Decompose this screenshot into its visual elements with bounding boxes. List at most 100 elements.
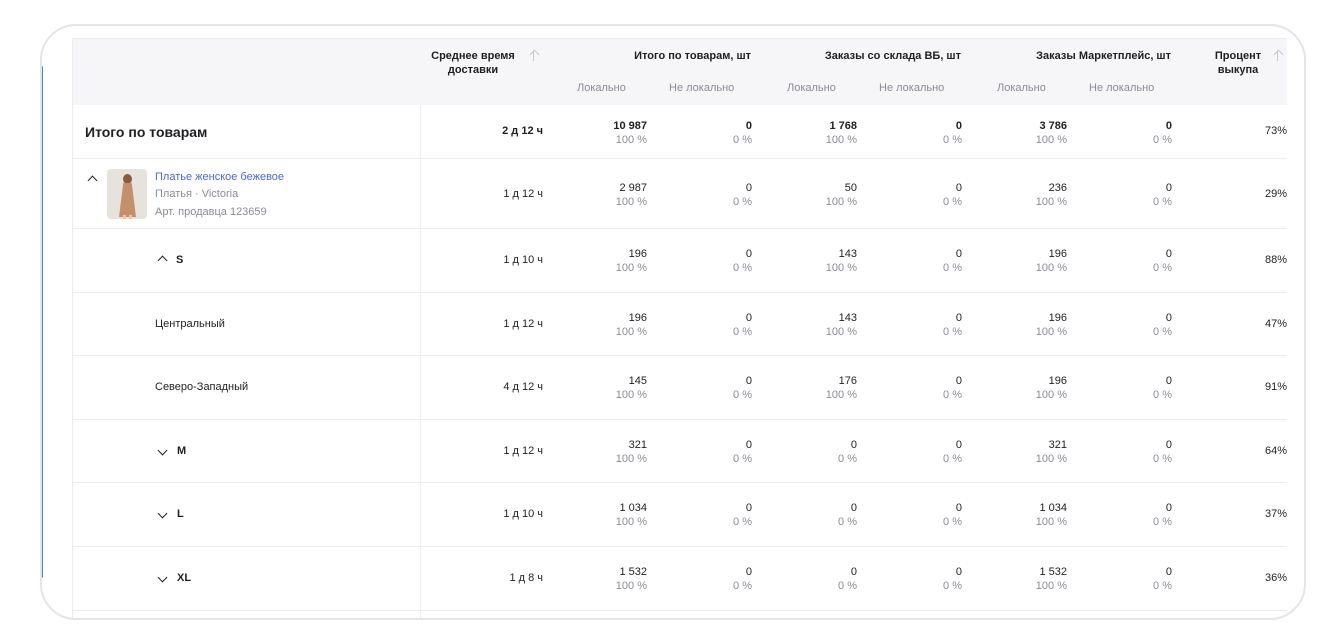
table-row-size: M 1 д 12 ч 321 100 % 00 % 00 % 00 % 321 10… — [73, 420, 1287, 483]
table-row-region: Северо-Западный 4 д 12 ч 145 100 % 00 % 1… — [73, 356, 1287, 420]
header-percent[interactable]: Процент выкупа — [1209, 49, 1267, 77]
table-row-region: Центральный 1 д 12 ч 196 100 % 00 % 143 10… — [73, 293, 1287, 356]
total-local: 196 100 % — [615, 312, 647, 338]
subheader-non-local: Не локально — [669, 82, 735, 94]
wb-non-local: 00 % — [943, 502, 962, 528]
product-name-link[interactable]: Платье женское бежевое — [155, 171, 284, 183]
wb-local: 50 100 % — [825, 182, 857, 208]
buyout-percent: 88% — [1264, 254, 1287, 266]
total-non-local: 00 % — [733, 120, 752, 146]
product-thumbnail[interactable] — [107, 169, 147, 219]
table-row-size: S 1 д 10 ч 196 100 % 00 % 143 100 % 00 % 1… — [73, 229, 1287, 293]
total-non-local: 00 % — [733, 439, 752, 465]
wb-local: 00 % — [838, 502, 857, 528]
region-label: Центральный — [155, 318, 225, 330]
wb-non-local: 00 % — [943, 312, 962, 338]
mp-local: 196 100 % — [1035, 248, 1067, 274]
total-local: 10 987 100 % — [613, 120, 647, 146]
product-article: Арт. продавца 123659 — [155, 206, 267, 218]
mp-non-local: 00 % — [1153, 120, 1172, 146]
mp-non-local: 00 % — [1153, 312, 1172, 338]
total-non-local: 00 % — [733, 248, 752, 274]
chevron-down-icon[interactable] — [157, 574, 167, 584]
wb-non-local: 00 % — [943, 182, 962, 208]
header-marketplace: Заказы Маркетплейс, шт — [1036, 50, 1171, 62]
mp-local: 1 034 100 % — [1035, 502, 1067, 528]
delivery-time: 1 д 10 ч — [503, 254, 543, 266]
table-row-size: XL 1 д 8 ч 1 532 100 % 00 % 00 % 00 % 1 5… — [73, 547, 1287, 611]
total-local: 2 987 100 % — [615, 182, 647, 208]
buyout-percent: 36% — [1264, 572, 1287, 584]
buyout-percent: 91% — [1264, 381, 1287, 393]
wb-non-local: 00 % — [943, 566, 962, 592]
mp-non-local: 00 % — [1153, 502, 1172, 528]
sort-arrow-icon[interactable] — [1273, 49, 1283, 61]
total-non-local: 00 % — [733, 502, 752, 528]
subheader-non-local: Не локально — [879, 82, 945, 94]
total-local: 196 100 % — [615, 248, 647, 274]
delivery-time: 1 д 10 ч — [503, 508, 543, 520]
wb-non-local: 00 % — [943, 248, 962, 274]
total-non-local: 00 % — [733, 312, 752, 338]
header-total: Итого по товарам, шт — [634, 50, 751, 62]
size-label: XL — [177, 572, 192, 584]
total-non-local: 00 % — [733, 375, 752, 401]
mp-local: 321 100 % — [1035, 439, 1067, 465]
mp-non-local: 00 % — [1153, 248, 1172, 274]
wb-non-local: 00 % — [943, 120, 962, 146]
chevron-down-icon[interactable] — [157, 510, 167, 520]
mp-non-local: 00 % — [1153, 439, 1172, 465]
wb-non-local: 00 % — [943, 439, 962, 465]
mp-local: 196 100 % — [1035, 312, 1067, 338]
total-local: 1 532 100 % — [615, 566, 647, 592]
size-label: S — [176, 254, 184, 266]
header-wb: Заказы со склада ВБ, шт — [824, 50, 961, 62]
table-row-total: Итого по товарам 2 д 12 ч 10 987 100 % 00… — [73, 105, 1287, 159]
wb-local: 00 % — [838, 439, 857, 465]
delivery-time: 1 д 12 ч — [503, 188, 543, 200]
region-label: Северо-Западный — [155, 381, 249, 393]
subheader-local: Локально — [787, 82, 836, 94]
sort-arrow-icon[interactable] — [529, 49, 539, 61]
chevron-up-icon[interactable] — [87, 173, 97, 183]
size-label: M — [177, 445, 187, 457]
subheader-non-local: Не локально — [1089, 82, 1155, 94]
size-label: L — [177, 508, 184, 520]
delivery-time: 4 д 12 ч — [503, 381, 543, 393]
total-local: 145 100 % — [615, 375, 647, 401]
chevron-down-icon[interactable] — [157, 447, 167, 457]
buyout-percent: 47% — [1264, 318, 1287, 330]
mp-local: 1 532 100 % — [1035, 566, 1067, 592]
buyout-percent: 29% — [1264, 188, 1287, 200]
chevron-up-icon[interactable] — [157, 253, 167, 263]
wb-local: 143 100 % — [825, 248, 857, 274]
wb-local: 143 100 % — [825, 312, 857, 338]
delivery-time: 2 д 12 ч — [502, 125, 543, 137]
wb-local: 00 % — [838, 566, 857, 592]
total-local: 1 034 100 % — [615, 502, 647, 528]
buyout-percent: 37% — [1264, 508, 1287, 520]
screen-frame: Среднее время доставки Итого по товарам,… — [40, 24, 1306, 620]
wb-local: 1 768 100 % — [825, 120, 857, 146]
delivery-time: 1 д 12 ч — [503, 318, 543, 330]
subheader-local: Локально — [577, 82, 626, 94]
row-label: Итого по товарам — [85, 124, 208, 140]
subheader-local: Локально — [997, 82, 1046, 94]
mp-local: 3 786 100 % — [1035, 120, 1067, 146]
mp-local: 196 100 % — [1035, 375, 1067, 401]
total-non-local: 00 % — [733, 182, 752, 208]
table-row-product: Платье женское бежевое Платья · Victoria… — [73, 159, 1287, 229]
table-header: Среднее время доставки Итого по товарам,… — [73, 39, 1287, 105]
buyout-percent: 64% — [1264, 445, 1287, 457]
table-row-size: L 1 д 10 ч 1 034 100 % 00 % 00 % 00 % 1 0… — [73, 483, 1287, 547]
report-table: Среднее время доставки Итого по товарам,… — [72, 38, 1287, 618]
product-category: Платья · Victoria — [155, 188, 239, 200]
total-local: 321 100 % — [615, 439, 647, 465]
total-non-local: 00 % — [733, 566, 752, 592]
header-delivery[interactable]: Среднее время доставки — [425, 49, 521, 77]
mp-non-local: 00 % — [1153, 566, 1172, 592]
wb-local: 176 100 % — [825, 375, 857, 401]
delivery-time: 1 д 12 ч — [503, 445, 543, 457]
mp-non-local: 00 % — [1153, 375, 1172, 401]
wb-non-local: 00 % — [943, 375, 962, 401]
